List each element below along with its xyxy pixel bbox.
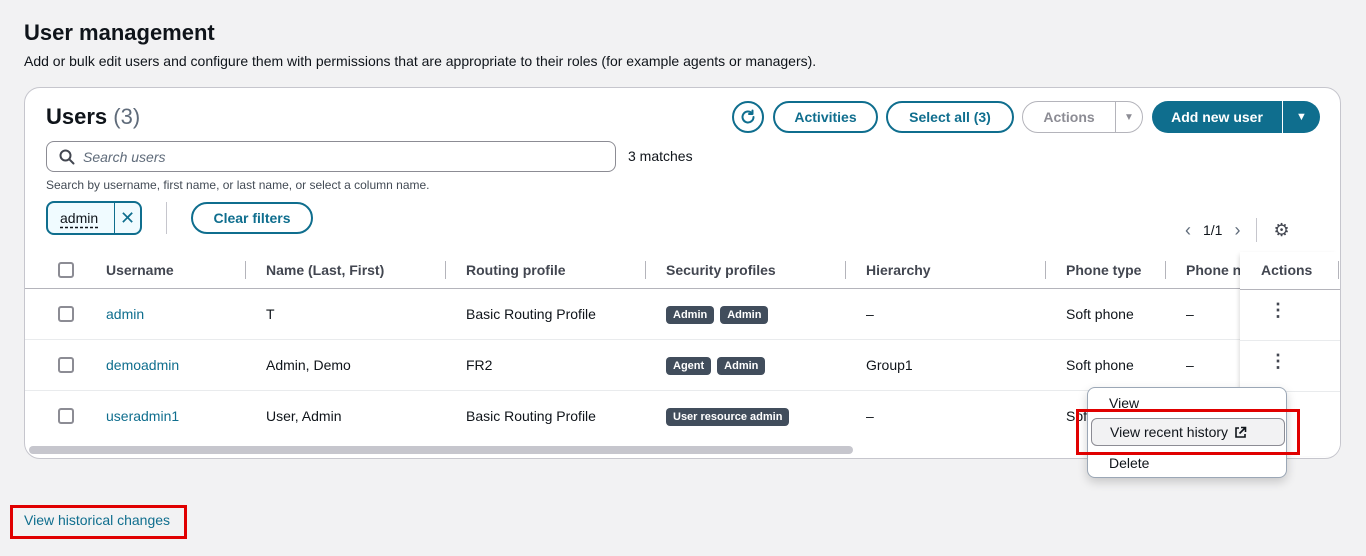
horizontal-scrollbar[interactable] [29,446,853,454]
caret-down-icon[interactable]: ▼ [1116,112,1142,123]
column-divider[interactable] [445,261,446,279]
users-heading-label: Users [46,104,108,129]
row-checkbox[interactable] [58,408,74,424]
column-divider[interactable] [645,261,646,279]
column-divider[interactable] [845,261,846,279]
pagination: ‹ 1/1 › ⚙ [1185,218,1290,242]
column-divider[interactable] [245,261,246,279]
column-header[interactable]: Phone type [1066,262,1141,278]
refresh-icon [741,109,755,124]
pager-divider [1256,218,1258,242]
add-new-user-label: Add new user [1171,109,1263,125]
search-icon [59,149,75,164]
username-link[interactable]: demoadmin [106,357,179,373]
security-badge: Agent [666,357,712,375]
actions-label: Actions [1043,109,1095,125]
chevron-right-icon[interactable]: › [1234,220,1240,241]
column-divider[interactable] [1045,261,1046,279]
page-title: User management [24,20,215,45]
row-checkbox[interactable] [58,357,74,373]
search-input[interactable]: Search users [46,141,616,172]
username-link[interactable]: admin [106,306,144,322]
hierarchy-cell: – [866,306,874,322]
column-header[interactable]: Hierarchy [866,262,931,278]
highlight-box-footer [10,505,187,539]
row-rule [1240,340,1340,341]
phone-number-cell: – [1186,357,1194,373]
security-profiles-cell: Agent Admin [666,356,771,375]
page-indicator: 1/1 [1203,222,1223,238]
column-header[interactable]: Routing profile [466,262,566,278]
more-actions-icon[interactable]: ⋮ [1269,351,1287,372]
phone-type-cell: Soft phone [1066,306,1134,322]
column-header[interactable]: Username [106,262,174,278]
clear-filters-button[interactable]: Clear filters [191,202,313,234]
column-header[interactable]: Security profiles [666,262,776,278]
phone-number-cell: – [1186,306,1194,322]
table-row: demoadmin Admin, Demo FR2 Agent Admin Gro… [25,340,1340,391]
activities-button[interactable]: Activities [773,101,878,133]
actions-button[interactable]: Actions ▼ [1022,101,1143,133]
highlight-box-menu [1076,409,1300,455]
search-placeholder: Search users [83,148,166,165]
search-hint: Search by username, first name, or last … [46,178,430,192]
match-count: 3 matches [628,148,693,164]
header-rule [1240,289,1340,290]
column-divider[interactable] [1165,261,1166,279]
routing-profile-cell: Basic Routing Profile [466,408,596,424]
security-badge: Admin [666,306,715,324]
hierarchy-cell: Group1 [866,357,913,373]
security-profiles-cell: Admin Admin [666,305,774,324]
filter-token[interactable]: admin ✕ [46,201,142,235]
add-new-user-button[interactable]: Add new user ▼ [1152,101,1320,133]
caret-down-icon[interactable]: ▼ [1283,111,1320,123]
close-icon[interactable]: ✕ [115,208,140,229]
gear-icon[interactable]: ⚙ [1273,220,1289,241]
name-cell: Admin, Demo [266,357,351,373]
phone-type-cell: Soft phone [1066,357,1134,373]
security-badge: Admin [720,306,769,324]
security-badge: User resource admin [666,408,790,426]
table-header: Username Name (Last, First) Routing prof… [25,252,1340,289]
page-description: Add or bulk edit users and configure the… [24,53,817,69]
users-count: (3) [113,104,141,129]
select-all-checkbox[interactable] [58,262,74,278]
security-profiles-cell: User resource admin [666,407,795,426]
refresh-button[interactable] [732,101,764,133]
select-all-button[interactable]: Select all (3) [886,101,1014,133]
routing-profile-cell: Basic Routing Profile [466,306,596,322]
filter-token-label[interactable]: admin [48,210,114,226]
name-cell: T [266,306,275,322]
table-row: admin T Basic Routing Profile Admin Admin… [25,289,1340,340]
column-header[interactable]: Name (Last, First) [266,262,384,278]
column-header: Actions [1261,262,1313,278]
row-checkbox[interactable] [58,306,74,322]
column-header[interactable]: Phone n [1186,262,1241,278]
column-divider [1338,261,1339,279]
name-cell: User, Admin [266,408,342,424]
more-actions-icon[interactable]: ⋮ [1269,300,1287,321]
hierarchy-cell: – [866,408,874,424]
routing-profile-cell: FR2 [466,357,493,373]
username-link[interactable]: useradmin1 [106,408,179,424]
security-badge: Admin [717,357,766,375]
chevron-left-icon[interactable]: ‹ [1185,220,1191,241]
users-heading: Users (3) [46,104,140,130]
filter-divider [166,202,167,234]
